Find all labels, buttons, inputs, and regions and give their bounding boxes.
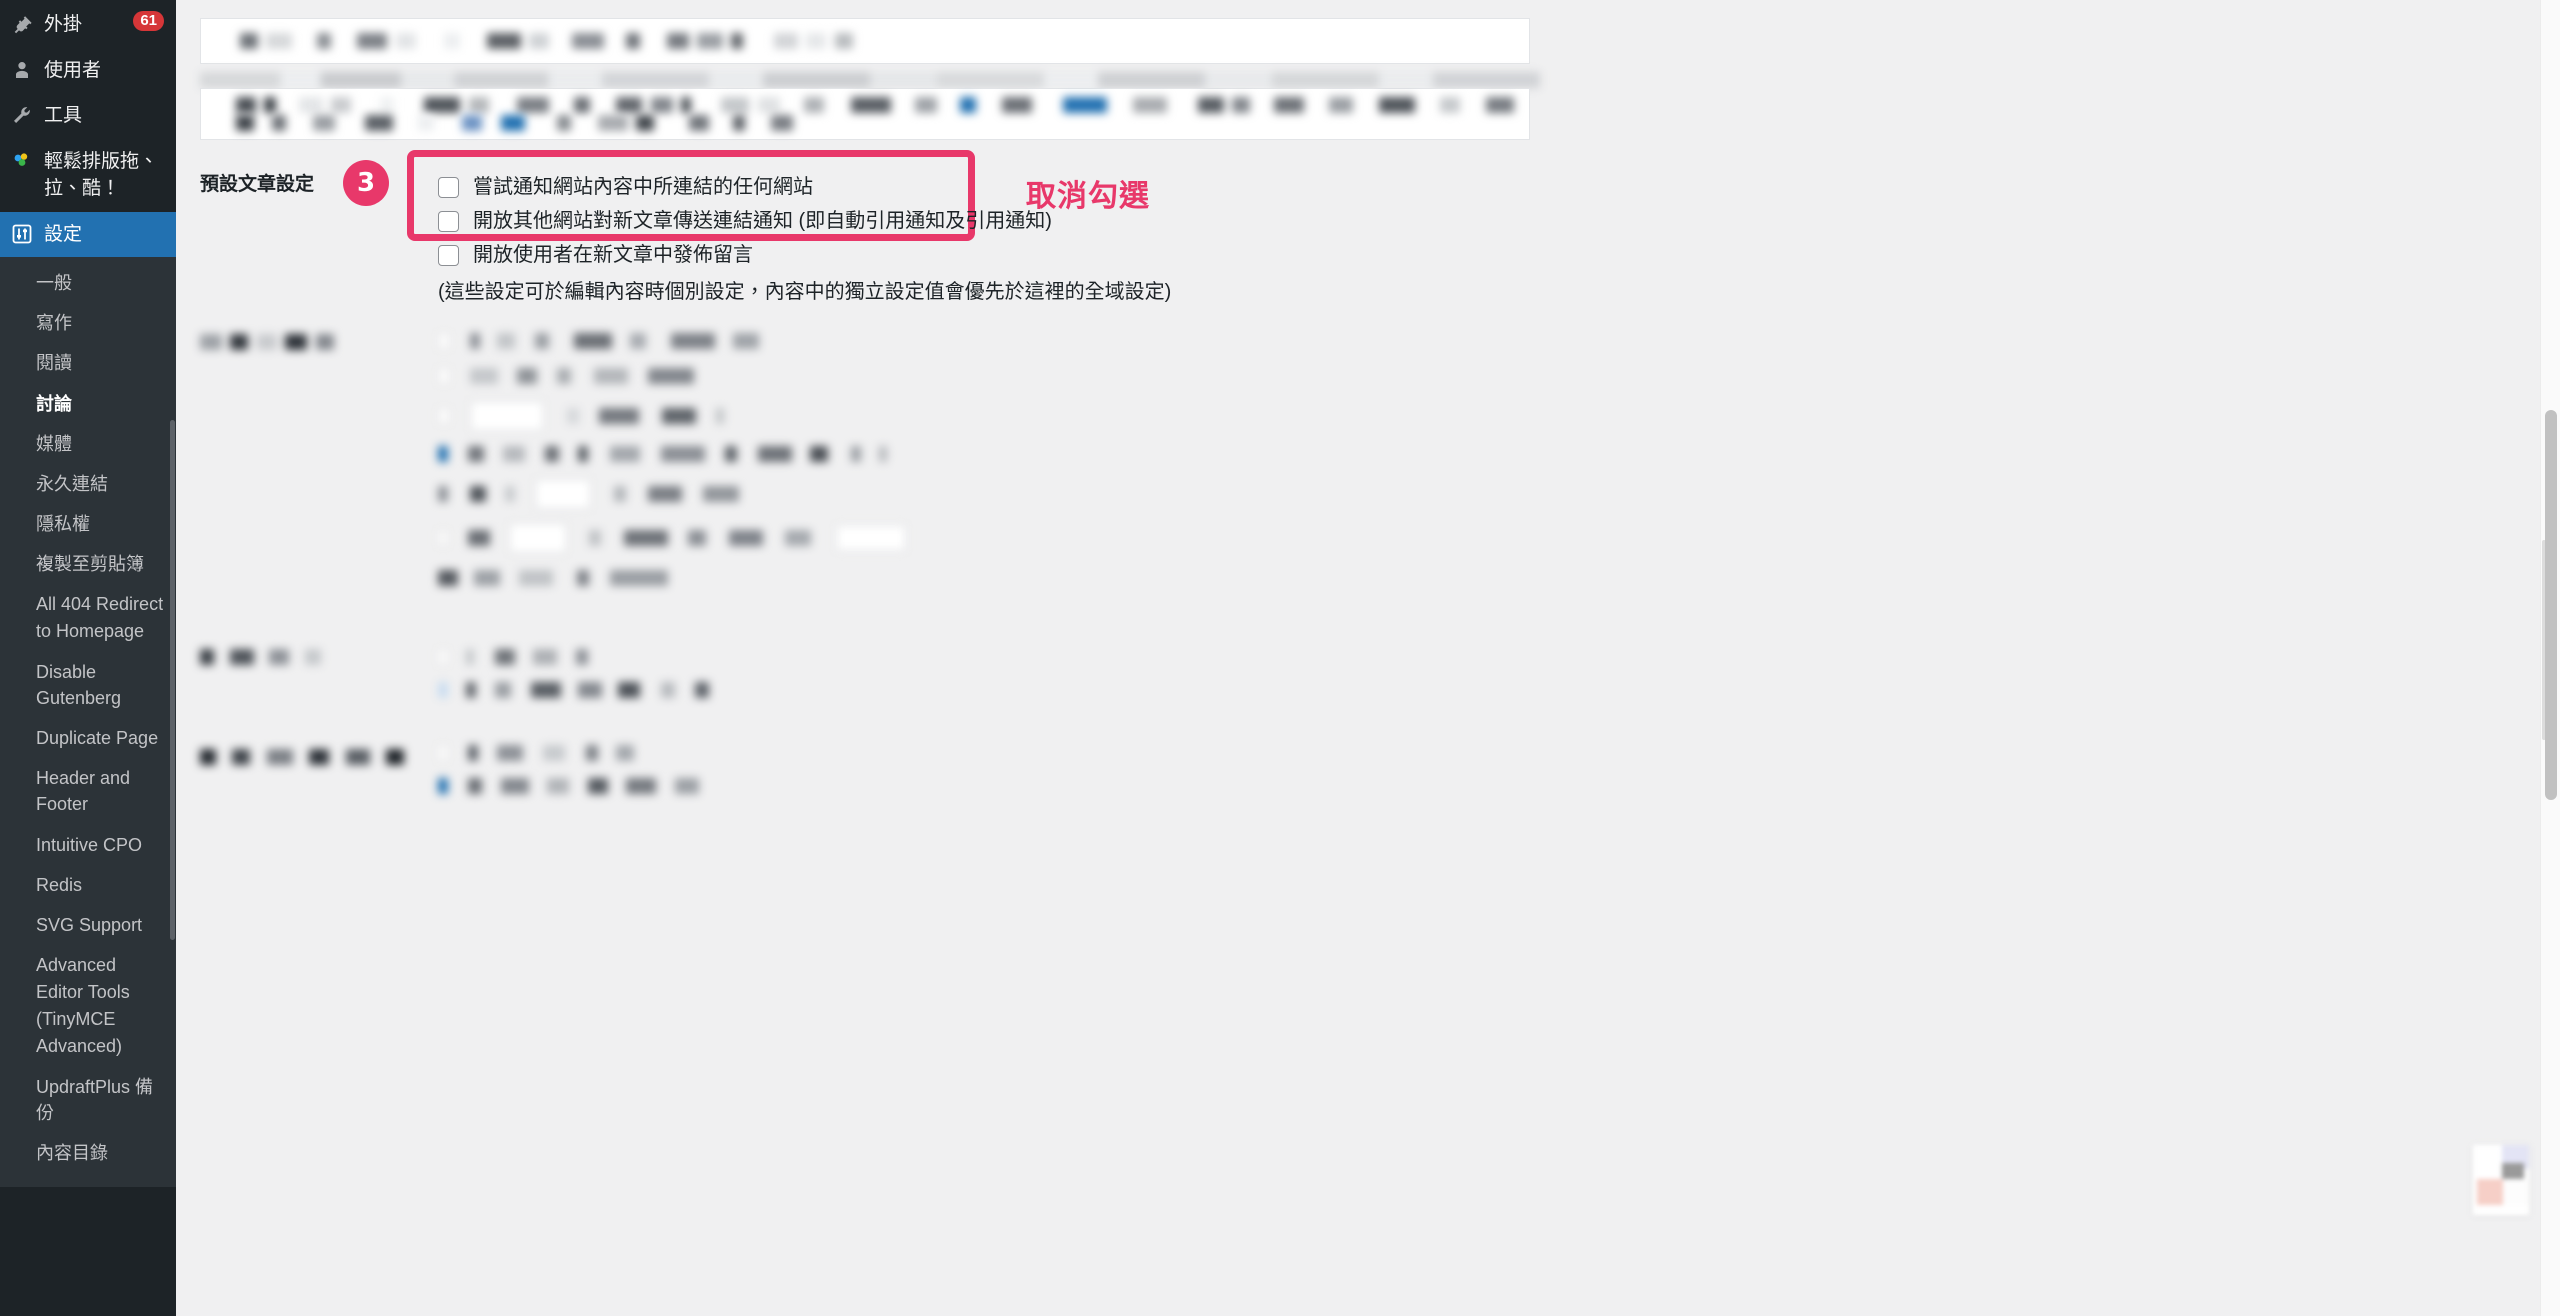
checkbox-label[interactable]: 嘗試通知網站內容中所連結的任何網站 [473, 173, 813, 201]
widget-swatch-4 [2477, 1179, 2503, 1205]
sidebar-item-label: 使用者 [44, 59, 102, 81]
settings-submenu: 一般 寫作 閱讀 討論 媒體 永久連結 隱私權 複製至剪貼簿 All 404 R… [0, 257, 176, 1188]
sidebar-item-label: 輕鬆排版拖、拉、酷！ [44, 150, 159, 200]
screen-root: 外掛 61 使用者 工具 輕鬆排版拖、拉、酷！ 設定 一般 寫作 閱讀 討論 媒… [0, 0, 2560, 1316]
checkbox-allow-pingbacks[interactable] [438, 210, 459, 232]
floating-helper-widget[interactable] [2472, 1144, 2530, 1216]
main-content: 預設文章設定 3 取消勾選 嘗試通知網站內容中所連結的任何網站 開放其他網站對新… [176, 0, 2560, 1316]
submenu-item-reading[interactable]: 閱讀 [0, 343, 176, 383]
redacted-group-2-label [200, 648, 325, 666]
step-badge-3: 3 [343, 160, 389, 206]
submenu-item-header-and-footer[interactable]: Header and Footer [0, 758, 176, 824]
checkbox-row-allow-pingbacks[interactable]: 開放其他網站對新文章傳送連結通知 (即自動引用通知及引用通知) [438, 207, 1052, 235]
submenu-item-copy-to-clipboard[interactable]: 複製至剪貼簿 [0, 544, 176, 584]
sidebar-top-menu: 外掛 61 使用者 工具 輕鬆排版拖、拉、酷！ 設定 [0, 0, 185, 258]
puzzle-icon [11, 148, 33, 171]
redacted-group-1-rows [438, 332, 910, 593]
checkbox-row-allow-comments[interactable]: 開放使用者在新文章中發佈留言 [438, 241, 753, 269]
submenu-item-discussion[interactable]: 討論 [0, 384, 176, 424]
submenu-item-advanced-editor-tools[interactable]: Advanced Editor Tools (TinyMCE Advanced) [0, 945, 176, 1067]
page-scrollbar-thumb[interactable] [2545, 410, 2557, 800]
sidebar-item-users[interactable]: 使用者 [0, 48, 176, 94]
sidebar-item-page-builder[interactable]: 輕鬆排版拖、拉、酷！ [0, 139, 176, 212]
redacted-text-top [240, 32, 857, 50]
submenu-item-writing[interactable]: 寫作 [0, 303, 176, 343]
submenu-item-media[interactable]: 媒體 [0, 424, 176, 464]
sidebar-item-plugins[interactable]: 外掛 61 [0, 0, 176, 48]
submenu-item-disable-gutenberg[interactable]: Disable Gutenberg [0, 652, 176, 718]
default-article-settings-label: 預設文章設定 [200, 174, 315, 195]
submenu-item-intuitive-cpo[interactable]: Intuitive CPO [0, 825, 176, 865]
checkbox-allow-comments[interactable] [438, 244, 459, 266]
checkbox-pingback-attempt[interactable] [438, 176, 459, 198]
user-icon [11, 57, 33, 80]
redacted-text-line-1 [236, 96, 1518, 114]
sidebar-scrollbar[interactable] [170, 420, 175, 940]
sidebar-item-settings[interactable]: 設定 [0, 211, 185, 258]
wrench-icon [11, 102, 33, 125]
submenu-item-redis[interactable]: Redis [0, 865, 176, 905]
submenu-item-privacy[interactable]: 隱私權 [0, 504, 176, 544]
sidebar-item-label: 工具 [44, 105, 83, 127]
page-scrollbar[interactable] [2540, 0, 2560, 1316]
settings-sliders-icon [11, 221, 33, 244]
plugin-update-badge: 61 [133, 11, 164, 31]
redacted-group-1-label [200, 333, 338, 351]
default-article-settings-hint: (這些設定可於編輯內容時個別設定，內容中的獨立設定值會優先於這裡的全域設定) [438, 281, 1172, 303]
checkbox-label[interactable]: 開放其他網站對新文章傳送連結通知 (即自動引用通知及引用通知) [473, 207, 1052, 235]
submenu-item-general[interactable]: 一般 [0, 263, 176, 303]
checkbox-row-pingback-attempt[interactable]: 嘗試通知網站內容中所連結的任何網站 [438, 173, 813, 201]
redacted-group-3-label [200, 748, 408, 766]
submenu-item-svg-support[interactable]: SVG Support [0, 905, 176, 945]
submenu-item-duplicate-page[interactable]: Duplicate Page [0, 718, 176, 758]
redacted-strip [200, 72, 1540, 88]
redacted-text-line-2 [236, 114, 797, 132]
sidebar-item-label: 設定 [44, 223, 83, 245]
submenu-item-permalinks[interactable]: 永久連結 [0, 464, 176, 504]
admin-sidebar: 外掛 61 使用者 工具 輕鬆排版拖、拉、酷！ 設定 一般 寫作 閱讀 討論 媒… [0, 0, 185, 1316]
submenu-item-updraftplus[interactable]: UpdraftPlus 備份 [0, 1067, 176, 1133]
plug-icon [11, 11, 33, 34]
submenu-item-table-of-contents[interactable]: 內容目錄 [0, 1133, 176, 1173]
widget-swatch-5 [2503, 1179, 2529, 1205]
checkbox-label[interactable]: 開放使用者在新文章中發佈留言 [473, 241, 753, 269]
submenu-item-all-404-redirect[interactable]: All 404 Redirect to Homepage [0, 584, 176, 652]
widget-swatch-1 [2473, 1145, 2502, 1169]
redacted-group-2-rows [438, 648, 713, 703]
redacted-group-3-rows [438, 744, 703, 799]
sidebar-item-tools[interactable]: 工具 [0, 93, 176, 139]
sidebar-item-label: 外掛 [44, 14, 83, 35]
